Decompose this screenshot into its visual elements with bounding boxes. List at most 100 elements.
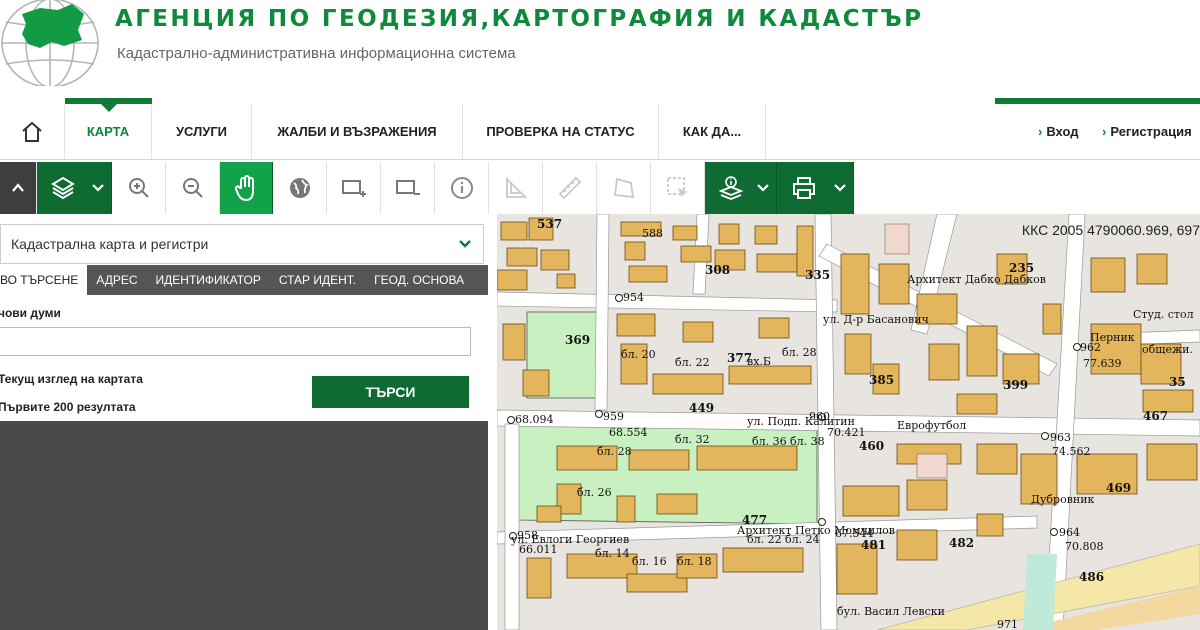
tab-old-identifier[interactable]: СТАР ИДЕНТ. bbox=[270, 265, 365, 295]
search-button[interactable]: ТЪРСИ bbox=[312, 376, 469, 408]
nav-tab-services[interactable]: УСЛУГИ bbox=[152, 104, 252, 159]
map-label: 964 bbox=[1059, 526, 1080, 539]
search-sidebar: Кадастрална карта и регистри ВО ТЪРСЕНЕ … bbox=[0, 214, 488, 630]
zoom-in-button[interactable] bbox=[112, 162, 166, 214]
chevron-down-icon bbox=[459, 240, 471, 248]
tab-geodetic-base[interactable]: ГЕОД. ОСНОВА bbox=[365, 265, 473, 295]
map-label: бл. 28 bbox=[597, 445, 632, 458]
map-label: 68.094 bbox=[515, 413, 554, 426]
globe-icon bbox=[289, 178, 310, 198]
pan-button[interactable] bbox=[220, 162, 273, 214]
collapse-panel-button[interactable] bbox=[0, 162, 37, 214]
map-label: 963 bbox=[1050, 431, 1071, 444]
map-label: 482 bbox=[949, 536, 975, 550]
map-label: общежи. bbox=[1142, 343, 1193, 356]
map-label: бл. 38 bbox=[790, 435, 825, 448]
map-label: 77.639 bbox=[1083, 357, 1122, 370]
select-button[interactable] bbox=[651, 162, 705, 214]
system-subtitle: Кадастрално-административна информационн… bbox=[117, 45, 516, 62]
map-toolbar bbox=[0, 162, 1200, 214]
polygon-icon bbox=[613, 177, 634, 199]
map-label: 369 bbox=[565, 333, 591, 347]
map-label: 68.554 bbox=[609, 426, 648, 439]
map-label: 74.562 bbox=[1052, 445, 1091, 458]
agency-logo-globe-icon bbox=[1, 0, 99, 86]
keywords-input[interactable] bbox=[0, 327, 471, 356]
map-label: 971 bbox=[997, 618, 1018, 630]
chevron-up-icon bbox=[12, 183, 24, 192]
map-label: ул. Д-р Басанович bbox=[823, 313, 929, 326]
ruler-icon bbox=[558, 176, 581, 200]
map-label: вх.Б bbox=[747, 355, 771, 368]
print-icon bbox=[793, 177, 815, 199]
map-label: бл. 26 bbox=[577, 486, 612, 499]
map-label: бл. 32 bbox=[675, 433, 710, 446]
zoom-out-icon bbox=[182, 178, 203, 198]
map-label: бл. 14 bbox=[595, 547, 630, 560]
nav-tab-complaints[interactable]: ЖАЛБИ И ВЪЗРАЖЕНИЯ bbox=[252, 104, 463, 159]
zoom-box-out-button[interactable] bbox=[381, 162, 435, 214]
draw-polygon-button[interactable] bbox=[597, 162, 651, 214]
map-label: 469 bbox=[1106, 481, 1132, 495]
tab-address[interactable]: АДРЕС bbox=[87, 265, 146, 295]
info-icon bbox=[450, 177, 473, 199]
login-link[interactable]: › Вход bbox=[1038, 104, 1079, 159]
map-label: 588 bbox=[642, 227, 663, 240]
nav-tab-how-to[interactable]: КАК ДА... bbox=[659, 104, 766, 159]
map-label: Студ. стол bbox=[1133, 308, 1194, 321]
map-label: бл. 16 bbox=[632, 555, 667, 568]
keywords-label: чови думи bbox=[0, 306, 61, 320]
map-label: бл. 24 bbox=[785, 533, 820, 546]
map-label: 467 bbox=[1143, 409, 1169, 423]
chevron-down-icon bbox=[834, 184, 846, 192]
chevron-down-icon bbox=[92, 184, 104, 192]
zoom-in-icon bbox=[128, 178, 149, 198]
tab-identifier[interactable]: ИДЕНТИФИКАТОР bbox=[147, 265, 270, 295]
dataset-select[interactable]: Кадастрална карта и регистри bbox=[0, 224, 484, 264]
search-tabs: ВО ТЪРСЕНЕ АДРЕС ИДЕНТИФИКАТОР СТАР ИДЕН… bbox=[0, 265, 488, 295]
header: АГЕНЦИЯ ПО ГЕОДЕЗИЯ,КАРТОГРАФИЯ И КАДАСТ… bbox=[0, 0, 1200, 100]
map-label: 959 bbox=[603, 410, 624, 423]
measure-distance-button[interactable] bbox=[543, 162, 597, 214]
home-icon bbox=[22, 121, 42, 142]
map-label: бул. Васил Левски bbox=[837, 605, 945, 618]
print-button[interactable] bbox=[777, 162, 854, 214]
current-view-option[interactable]: Текущ изглед на картата bbox=[0, 372, 143, 386]
map-label: бл. 22 bbox=[747, 533, 782, 546]
nav-tab-status-check[interactable]: ПРОВЕРКА НА СТАТУС bbox=[463, 104, 659, 159]
search-panel: Кадастрална карта и регистри ВО ТЪРСЕНЕ … bbox=[0, 214, 488, 421]
map-label: 460 bbox=[859, 439, 885, 453]
map-label: бл. 22 bbox=[675, 356, 710, 369]
map-label: ул. Евлоги Георгиев bbox=[511, 533, 630, 546]
nav-tab-map[interactable]: КАРТА bbox=[65, 104, 152, 159]
map-label: бл. 18 bbox=[677, 555, 712, 568]
map-label: Архитект Дабко Дабков bbox=[907, 273, 1046, 286]
register-label: Регистрация bbox=[1110, 124, 1192, 139]
layers-icon bbox=[51, 176, 75, 200]
map-label: 960 bbox=[809, 410, 830, 423]
pan-hand-icon bbox=[234, 175, 254, 202]
tab-keyword-search[interactable]: ВО ТЪРСЕНЕ bbox=[0, 265, 88, 295]
zoom-box-in-button[interactable] bbox=[327, 162, 381, 214]
map-label: 70.421 bbox=[827, 426, 866, 439]
zoom-out-button[interactable] bbox=[166, 162, 220, 214]
map-labels-layer: 537 588 308 335 235 954 369 бл. 20 бл. 22 377 вх.Б… bbox=[497, 214, 1200, 630]
info-button[interactable] bbox=[435, 162, 489, 214]
first-results-option[interactable]: Първите 200 резултата bbox=[0, 400, 136, 414]
map-label: 35 bbox=[1169, 375, 1186, 389]
map-label: 537 bbox=[537, 217, 563, 231]
identify-button[interactable] bbox=[705, 162, 777, 214]
map-label: 486 bbox=[1079, 570, 1105, 584]
map-label: бл. 28 bbox=[782, 346, 817, 359]
full-extent-button[interactable] bbox=[273, 162, 327, 214]
home-button[interactable] bbox=[0, 104, 65, 159]
main-nav: КАРТА УСЛУГИ ЖАЛБИ И ВЪЗРАЖЕНИЯ ПРОВЕРКА… bbox=[0, 98, 1200, 160]
layers-button[interactable] bbox=[37, 162, 112, 214]
map-label: Дубровник bbox=[1031, 493, 1095, 506]
zoom-box-in-icon bbox=[341, 180, 366, 197]
register-link[interactable]: › Регистрация bbox=[1102, 104, 1192, 159]
measure-area-button[interactable] bbox=[489, 162, 543, 214]
chevron-right-icon: › bbox=[1102, 124, 1107, 139]
cadastral-map[interactable]: 537 588 308 335 235 954 369 бл. 20 бл. 22 377 вх.Б… bbox=[497, 214, 1200, 630]
map-label: 70.808 bbox=[1065, 540, 1104, 553]
